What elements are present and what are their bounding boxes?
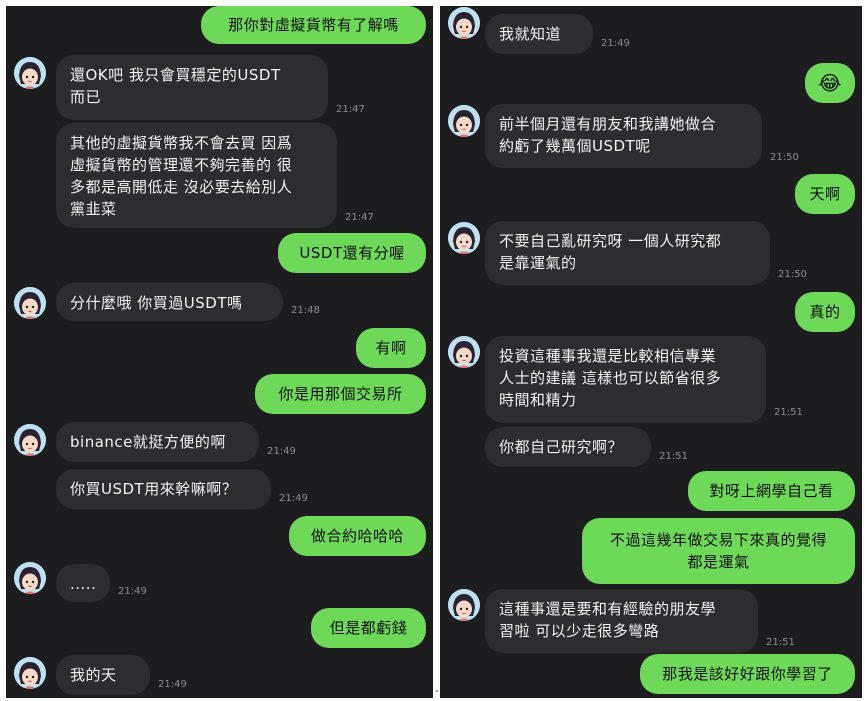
- message-time: 21:47: [345, 212, 374, 223]
- contact-avatar[interactable]: [14, 562, 46, 594]
- outgoing-bubble[interactable]: 不過這幾年做交易下來真的覺得 都是運氣: [582, 518, 855, 584]
- contact-avatar[interactable]: [448, 7, 480, 39]
- message-time: 21:49: [118, 586, 147, 597]
- chat-panel-right[interactable]: 我就知道21:49😂已讀21:50前半個月還有朋友和我講她做合 約虧了幾萬個US…: [440, 6, 862, 698]
- contact-avatar[interactable]: [448, 336, 480, 368]
- outgoing-bubble[interactable]: 有啊: [356, 328, 426, 368]
- contact-avatar[interactable]: [448, 105, 480, 137]
- contact-avatar[interactable]: [448, 589, 480, 621]
- panel-divider-dot: [436, 690, 438, 692]
- incoming-bubble[interactable]: 其他的虛擬貨幣我不會去買 因爲 虛擬貨幣的管理還不夠完善的 很 多都是高開低走 …: [56, 123, 337, 228]
- outgoing-bubble[interactable]: 做合約哈哈哈: [289, 516, 426, 556]
- outgoing-bubble[interactable]: 😂: [805, 63, 855, 103]
- message-time: 21:49: [267, 446, 296, 457]
- chat-panel-left[interactable]: 那你對虛擬貨幣有了解嗎已讀21:47還OK吧 我只會買穩定的USDT 而已21:…: [6, 6, 433, 698]
- message-time: 21:49: [279, 493, 308, 504]
- contact-avatar[interactable]: [14, 424, 46, 456]
- incoming-bubble[interactable]: binance就挺方便的啊: [56, 422, 259, 462]
- outgoing-bubble[interactable]: 天啊: [795, 174, 855, 214]
- message-time: 21:51: [766, 637, 795, 648]
- message-time: 21:49: [158, 679, 187, 690]
- outgoing-bubble[interactable]: 你是用那個交易所: [255, 374, 426, 414]
- contact-avatar[interactable]: [14, 57, 46, 89]
- message-time: 21:49: [601, 38, 630, 49]
- incoming-bubble[interactable]: 還OK吧 我只會買穩定的USDT 而已: [56, 55, 328, 120]
- outgoing-bubble[interactable]: 那你對虛擬貨幣有了解嗎: [201, 6, 426, 44]
- incoming-bubble[interactable]: 前半個月還有朋友和我講她做合 約虧了幾萬個USDT呢: [485, 104, 762, 168]
- incoming-bubble[interactable]: 你買USDT用來幹嘛啊？: [56, 469, 271, 509]
- incoming-bubble[interactable]: 我就知道: [485, 14, 593, 54]
- outgoing-bubble[interactable]: 對呀上網學自己看: [688, 471, 855, 511]
- message-time: 21:50: [770, 152, 799, 163]
- incoming-bubble[interactable]: 我的天: [56, 655, 150, 695]
- message-time: 21:48: [291, 305, 320, 316]
- incoming-bubble[interactable]: .....: [56, 564, 110, 602]
- incoming-bubble[interactable]: 投資這種事我還是比較相信專業 人士的建議 這樣也可以節省很多 時間和精力: [485, 336, 766, 423]
- contact-avatar[interactable]: [14, 287, 46, 319]
- outgoing-bubble[interactable]: 真的: [795, 292, 855, 332]
- outgoing-bubble[interactable]: 但是都虧錢: [311, 608, 426, 648]
- contact-avatar[interactable]: [448, 222, 480, 254]
- incoming-bubble[interactable]: 分什麼哦 你買過USDT嗎: [56, 283, 283, 321]
- message-time: 21:51: [659, 451, 688, 462]
- incoming-bubble[interactable]: 這種事還是要和有經驗的朋友學 習啦 可以少走很多彎路: [485, 589, 758, 653]
- outgoing-bubble[interactable]: USDT還有分喔: [278, 233, 426, 273]
- message-time: 21:51: [774, 407, 803, 418]
- message-time: 21:50: [778, 269, 807, 280]
- incoming-bubble[interactable]: 你都自己研究啊？: [485, 427, 651, 467]
- contact-avatar[interactable]: [14, 657, 46, 689]
- incoming-bubble[interactable]: 不要自己亂研究呀 一個人研究都 是靠運氣的: [485, 221, 770, 285]
- outgoing-bubble[interactable]: 那我是該好好跟你學習了: [640, 654, 855, 694]
- message-time: 21:47: [336, 104, 365, 115]
